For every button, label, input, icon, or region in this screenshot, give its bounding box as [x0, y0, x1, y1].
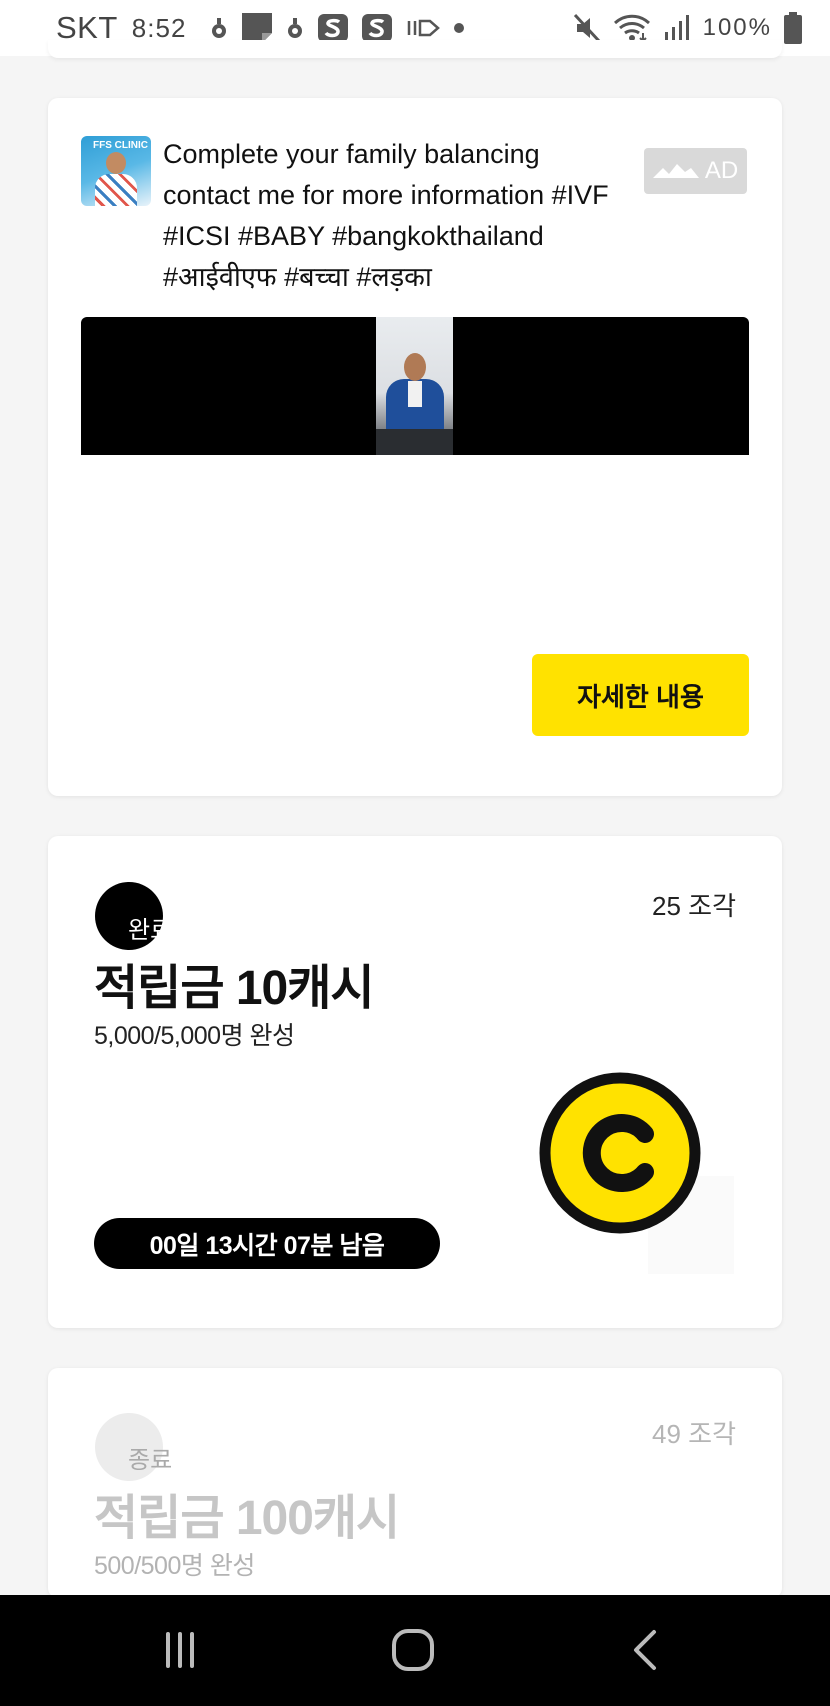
ad-badge: AD: [644, 148, 747, 194]
reward-title: 적립금 100캐시: [94, 1492, 400, 1545]
advertiser-avatar-text: FFS CLINIC: [93, 140, 148, 151]
s-app-icon: [318, 14, 349, 42]
ad-description: Complete your family balancing contact m…: [163, 139, 609, 292]
battery-icon: [784, 12, 802, 44]
reward-progress: 500/500명 완성: [94, 1552, 255, 1580]
recent-apps-icon[interactable]: [150, 1625, 210, 1675]
ad-card[interactable]: FFS CLINIC Complete your family balancin…: [48, 98, 782, 796]
pieces-count: 49 조각: [652, 1419, 736, 1449]
back-icon[interactable]: [615, 1625, 675, 1675]
signal-icon: [663, 14, 691, 42]
notification-app-icon-2: [286, 16, 304, 40]
sticky-note-icon: [242, 13, 273, 43]
reward-title: 적립금 10캐시: [94, 962, 375, 1015]
video-desk: [376, 429, 453, 455]
ad-badge-label: AD: [704, 157, 739, 184]
reward-card[interactable]: 완료 25 조각 적립금 10캐시 5,000/5,000명 완성 00일 13…: [48, 836, 782, 1328]
video-person-head: [404, 353, 426, 381]
time-remaining-pill: 00일 13시간 07분 남음: [94, 1218, 440, 1269]
mute-icon: [573, 13, 601, 43]
eleven-street-icon: [406, 17, 441, 39]
avatar-person-head: [106, 152, 126, 174]
system-navigation-bar: [0, 1595, 830, 1706]
ad-video[interactable]: [81, 317, 749, 455]
video-person-shirt: [408, 381, 422, 407]
ad-details-button[interactable]: 자세한 내용: [532, 654, 749, 736]
avatar-person-body: [95, 174, 137, 206]
cash-coin-icon: [539, 1072, 701, 1234]
ad-video-frame: [376, 317, 453, 455]
status-label: 완료: [128, 917, 173, 944]
reward-progress: 5,000/5,000명 완성: [94, 1022, 295, 1050]
wifi-icon: [613, 13, 651, 43]
notification-app-icon: [210, 16, 228, 40]
clock: 8:52: [131, 12, 187, 43]
home-icon[interactable]: [383, 1625, 443, 1675]
ad-network-logo-icon: [652, 157, 699, 185]
battery-percent: 100%: [702, 14, 772, 41]
advertiser-avatar[interactable]: FFS CLINIC: [81, 136, 151, 206]
more-notifications-dot-icon: [454, 23, 465, 33]
previous-card-edge: [48, 40, 782, 58]
s-app-icon-2: [362, 14, 393, 42]
status-label: 종료: [128, 1447, 173, 1474]
pieces-count: 25 조각: [652, 891, 736, 921]
reward-card-ended[interactable]: 종료 49 조각 적립금 100캐시 500/500명 완성: [48, 1368, 782, 1598]
